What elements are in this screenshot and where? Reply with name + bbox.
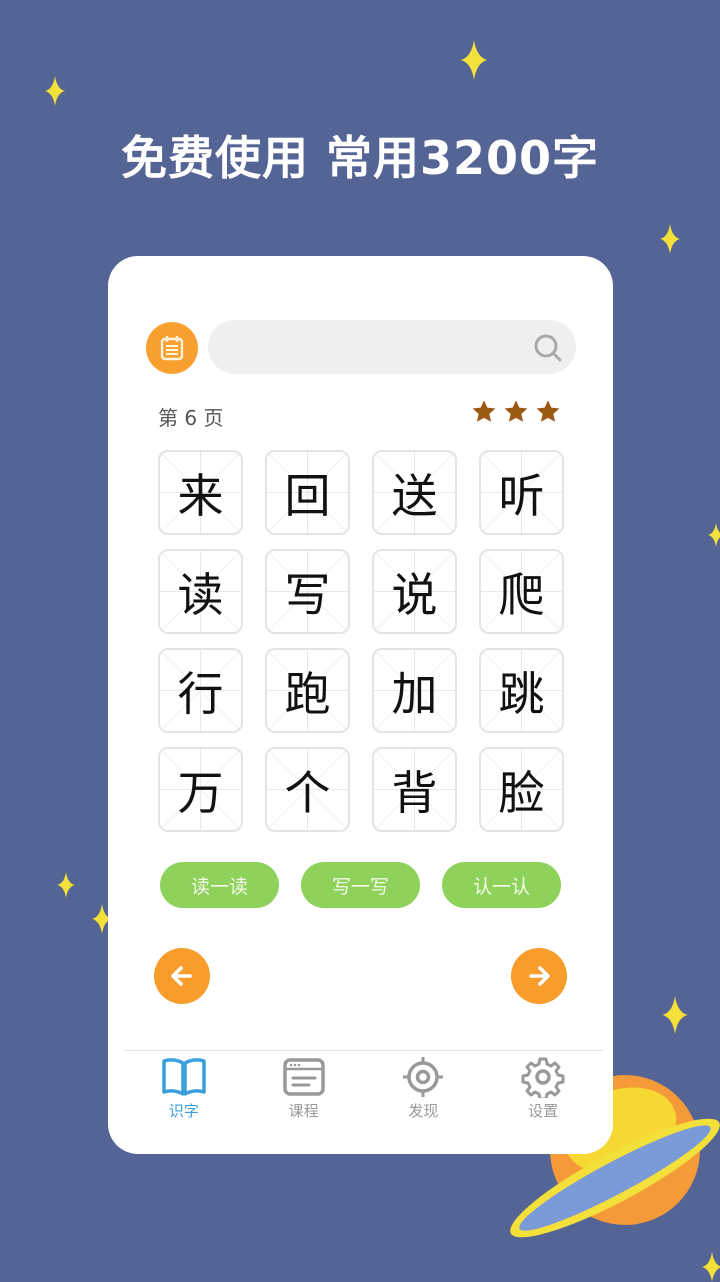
character-glyph: 回 (284, 468, 331, 523)
bottom-tab-bar: 识字 课程 发现 设置 (124, 1056, 603, 1121)
character-glyph: 写 (284, 567, 331, 622)
browser-window-icon (282, 1058, 325, 1096)
character-glyph: 爬 (498, 567, 545, 622)
character-cell[interactable]: 个 (265, 747, 350, 832)
character-glyph: 送 (391, 468, 438, 523)
character-cell[interactable]: 说 (372, 549, 457, 634)
promo-headline: 免费使用 常用3200字 (120, 131, 600, 185)
search-input[interactable] (228, 320, 532, 376)
character-cell[interactable]: 写 (265, 549, 350, 634)
character-glyph: 说 (391, 567, 438, 622)
character-cell[interactable]: 跑 (265, 648, 350, 733)
tab-label: 课程 (288, 1102, 319, 1120)
practice-actions: 读一读 写一写 认一认 (160, 862, 561, 908)
page-indicator: 第 6 页 (158, 406, 224, 430)
character-glyph: 听 (498, 468, 545, 523)
star-icon (536, 400, 560, 422)
search-bar[interactable] (208, 320, 576, 376)
rating-stars (469, 398, 563, 426)
app-card: 第 6 页 来 回 送 听读 写 说 爬行 跑 加 跳万 个 背 脸 读一读 写一写 认一认 识字 课程… (108, 256, 613, 1154)
arrow-right-icon (529, 966, 550, 986)
previous-page-button[interactable] (154, 948, 210, 1004)
tabbar-divider (124, 1050, 603, 1051)
search-icon[interactable] (532, 332, 564, 364)
sparkle-icon (45, 76, 65, 106)
character-cell[interactable]: 背 (372, 747, 457, 832)
character-cell[interactable]: 万 (158, 747, 243, 832)
arrow-left-icon (171, 966, 192, 986)
write-button[interactable]: 写一写 (301, 862, 420, 908)
character-glyph: 脸 (498, 765, 545, 820)
book-icon (162, 1058, 206, 1096)
character-cell[interactable]: 来 (158, 450, 243, 535)
character-glyph: 万 (177, 765, 224, 820)
character-cell[interactable]: 加 (372, 648, 457, 733)
next-page-button[interactable] (511, 948, 567, 1004)
gear-icon (521, 1057, 565, 1098)
tab-literacy[interactable]: 识字 (124, 1056, 244, 1121)
calendar-icon (160, 336, 184, 361)
character-glyph: 个 (284, 765, 331, 820)
character-glyph: 跑 (284, 666, 331, 721)
tab-label: 识字 (168, 1102, 199, 1120)
character-glyph: 读 (177, 567, 224, 622)
tab-discover[interactable]: 发现 (364, 1056, 484, 1121)
tab-settings[interactable]: 设置 (483, 1056, 603, 1121)
character-grid: 来 回 送 听读 写 说 爬行 跑 加 跳万 个 背 脸 (158, 450, 564, 832)
recognize-button[interactable]: 认一认 (442, 862, 561, 908)
character-cell[interactable]: 送 (372, 450, 457, 535)
character-cell[interactable]: 读 (158, 549, 243, 634)
calendar-button[interactable] (146, 322, 198, 374)
sparkle-icon (460, 40, 488, 80)
character-cell[interactable]: 爬 (479, 549, 564, 634)
sparkle-icon (708, 523, 720, 547)
character-glyph: 跳 (498, 666, 545, 721)
tab-label: 设置 (528, 1102, 559, 1120)
read-button[interactable]: 读一读 (160, 862, 279, 908)
sparkle-icon (57, 872, 75, 898)
target-icon (403, 1057, 444, 1097)
star-icon (504, 400, 528, 422)
character-cell[interactable]: 脸 (479, 747, 564, 832)
character-glyph: 来 (177, 468, 224, 523)
sparkle-icon (660, 224, 680, 254)
character-cell[interactable]: 听 (479, 450, 564, 535)
character-cell[interactable]: 跳 (479, 648, 564, 733)
sparkle-icon (662, 996, 688, 1034)
character-glyph: 行 (177, 666, 224, 721)
character-cell[interactable]: 行 (158, 648, 243, 733)
tab-label: 发现 (408, 1102, 439, 1120)
character-glyph: 加 (391, 666, 438, 721)
character-glyph: 背 (391, 765, 438, 820)
star-icon (472, 400, 496, 422)
character-cell[interactable]: 回 (265, 450, 350, 535)
tab-courses[interactable]: 课程 (244, 1056, 364, 1121)
